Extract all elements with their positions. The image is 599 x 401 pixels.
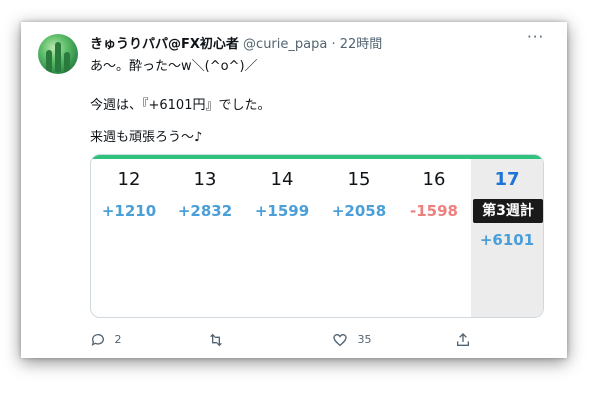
separator-dot: · — [331, 37, 336, 52]
like-button[interactable]: 35 — [332, 332, 372, 348]
day-label: 17 — [494, 169, 520, 190]
display-name[interactable]: きゅうりパパ@FX初心者 — [90, 37, 239, 52]
like-count: 35 — [357, 333, 372, 346]
day-column: 13 +2832 — [167, 159, 243, 317]
reply-icon — [91, 334, 104, 346]
heart-icon — [333, 333, 347, 347]
avatar[interactable] — [38, 34, 78, 74]
week-total-column: 17 第3週計 +6101 — [471, 159, 543, 317]
week-total-badge: 第3週計 — [473, 199, 543, 223]
day-label: 16 — [422, 169, 446, 190]
tweet-header: きゅうりパパ@FX初心者 @curie_papa · 22時間 — [90, 33, 382, 52]
day-value: +2058 — [331, 202, 387, 220]
retweet-button[interactable] — [207, 332, 225, 348]
reply-button[interactable]: 2 — [90, 332, 122, 348]
reply-count: 2 — [114, 333, 122, 346]
day-label: 13 — [193, 169, 217, 190]
day-column: 16 -1598 — [397, 159, 471, 317]
day-value: +1210 — [101, 202, 157, 220]
day-label: 14 — [270, 169, 294, 190]
day-label: 12 — [117, 169, 141, 190]
day-column: 15 +2058 — [321, 159, 397, 317]
retweet-icon — [210, 333, 222, 347]
embedded-image[interactable]: 12 +1210 13 +2832 14 +1599 15 +2058 16 -… — [90, 154, 544, 318]
tweet-time[interactable]: 22時間 — [340, 37, 383, 52]
day-label: 15 — [347, 169, 371, 190]
day-column: 14 +1599 — [243, 159, 321, 317]
share-button[interactable] — [455, 332, 471, 348]
tweet-text-line-3: 来週も頑張ろう〜♪ — [90, 130, 203, 145]
day-column: 12 +1210 — [91, 159, 167, 317]
tweet-text-line-2: 今週は、『+6101円』でした。 — [90, 98, 271, 113]
day-value: -1598 — [410, 202, 458, 220]
day-value: +1599 — [254, 202, 310, 220]
user-handle[interactable]: @curie_papa — [243, 37, 327, 52]
more-options-icon[interactable]: ··· — [527, 28, 544, 46]
tweet-text-line-1: あ〜。酔った〜w＼(^o^)／ — [90, 59, 258, 74]
week-total-value: +6101 — [479, 231, 535, 249]
day-value: +2832 — [177, 202, 233, 220]
share-icon — [457, 333, 469, 346]
tweet-card[interactable]: きゅうりパパ@FX初心者 @curie_papa · 22時間 ··· あ〜。酔… — [21, 22, 567, 358]
